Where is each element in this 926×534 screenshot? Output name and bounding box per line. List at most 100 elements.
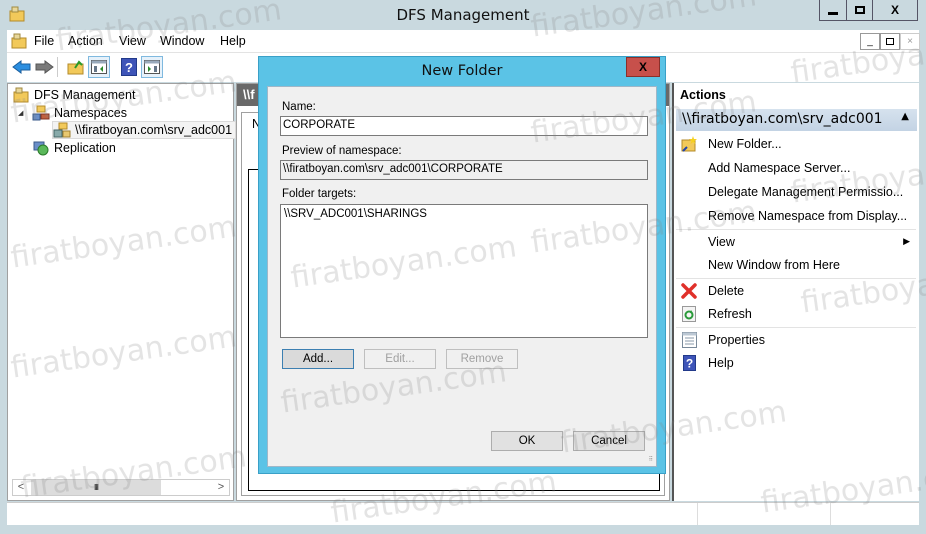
- maximize-button[interactable]: [846, 0, 873, 21]
- help-icon: ?: [681, 355, 697, 371]
- menu-view[interactable]: View: [119, 34, 146, 48]
- scrollbar-thumb[interactable]: III: [31, 480, 161, 495]
- action-label: Remove Namespace from Display...: [708, 209, 908, 223]
- collapse-icon[interactable]: ▲: [901, 111, 909, 122]
- blank-icon: [681, 184, 697, 200]
- action-refresh[interactable]: Refresh: [676, 302, 916, 326]
- name-input[interactable]: CORPORATE: [280, 116, 648, 136]
- forward-button[interactable]: [33, 56, 55, 78]
- ok-button[interactable]: OK: [491, 431, 563, 451]
- new-folder-icon: [681, 136, 697, 152]
- action-label: Help: [708, 356, 734, 370]
- action-delete[interactable]: Delete: [676, 278, 916, 302]
- action-label: New Window from Here: [708, 258, 840, 272]
- namespaces-icon: [32, 105, 50, 121]
- minimize-icon: [828, 11, 838, 15]
- dialog-close-button[interactable]: X: [626, 57, 660, 77]
- up-folder-icon: [67, 60, 84, 75]
- action-label: View: [708, 234, 735, 249]
- close-icon: X: [638, 60, 647, 74]
- dfs-management-icon: [12, 87, 30, 103]
- scroll-right-arrow-icon[interactable]: >: [213, 480, 229, 495]
- mmc-menu-icon[interactable]: [10, 33, 28, 52]
- edit-button[interactable]: Edit...: [364, 349, 436, 369]
- remove-button[interactable]: Remove: [446, 349, 518, 369]
- status-divider: [697, 503, 698, 525]
- action-label: Properties: [708, 332, 765, 347]
- child-restore-button[interactable]: [880, 33, 900, 50]
- menu-window[interactable]: Window: [160, 34, 204, 48]
- properties-icon: [681, 331, 697, 348]
- delete-icon: [681, 282, 697, 299]
- child-minimize-button[interactable]: _: [860, 33, 880, 50]
- action-label: New Folder...: [708, 137, 782, 151]
- action-view[interactable]: View ▶: [676, 229, 916, 253]
- help-icon: ?: [121, 58, 137, 76]
- refresh-icon: [681, 306, 697, 322]
- replication-icon: [32, 140, 50, 156]
- actions-section-header[interactable]: \\firatboyan.com\srv_adc001 ▲: [676, 109, 917, 131]
- back-icon: [12, 60, 31, 74]
- actions-title: Actions: [680, 88, 726, 102]
- menu-help[interactable]: Help: [220, 34, 246, 48]
- action-label: Add Namespace Server...: [708, 161, 851, 175]
- action-new-folder[interactable]: New Folder...: [676, 132, 916, 156]
- tree-item-namespace-srv-adc001[interactable]: \\firatboyan.com\srv_adc001: [52, 121, 237, 139]
- folder-target-item[interactable]: \\SRV_ADC001\SHARINGS: [284, 208, 644, 220]
- name-label: Name:: [282, 101, 316, 113]
- actions-pane: Actions \\firatboyan.com\srv_adc001 ▲ Ne…: [672, 83, 919, 501]
- submenu-arrow-icon: ▶: [903, 236, 910, 246]
- menu-file[interactable]: File: [34, 34, 54, 48]
- action-new-window-from-here[interactable]: New Window from Here: [676, 253, 916, 277]
- preview-label: Preview of namespace:: [282, 145, 402, 157]
- actions-section-title: \\firatboyan.com\srv_adc001: [682, 111, 883, 127]
- forward-icon: [35, 60, 54, 74]
- action-help[interactable]: ? Help: [676, 351, 916, 375]
- show-hide-action-pane-icon: [144, 60, 160, 74]
- action-delegate-management-permissions[interactable]: Delegate Management Permissio...: [676, 180, 916, 204]
- help-toolbar-button[interactable]: ?: [118, 56, 140, 78]
- svg-text:?: ?: [125, 60, 133, 75]
- dialog-title: New Folder: [421, 63, 503, 79]
- action-properties[interactable]: Properties: [676, 327, 916, 351]
- action-label: Refresh: [708, 307, 752, 321]
- tree-label: Namespaces: [54, 106, 127, 120]
- back-button[interactable]: [11, 56, 33, 78]
- tree-horizontal-scrollbar[interactable]: < III >: [12, 479, 230, 496]
- close-button[interactable]: X: [872, 0, 918, 21]
- dialog-body: Name: CORPORATE Preview of namespace: \\…: [267, 86, 657, 467]
- namespace-icon: [53, 122, 71, 138]
- tree-label: \\firatboyan.com\srv_adc001: [75, 123, 233, 137]
- action-add-namespace-server[interactable]: Add Namespace Server...: [676, 156, 916, 180]
- menu-bar: File Action View Window Help _ ×: [7, 30, 920, 53]
- resize-grip-icon[interactable]: ⠿: [649, 456, 653, 463]
- tree-item-replication[interactable]: Replication: [32, 139, 116, 157]
- status-bar: [7, 502, 919, 525]
- expander-icon[interactable]: ◢: [18, 109, 32, 117]
- toolbar-separator: [57, 57, 58, 77]
- action-label: Delete: [708, 283, 745, 298]
- status-divider: [830, 503, 831, 525]
- show-hide-action-pane-button[interactable]: [141, 56, 163, 78]
- scroll-left-arrow-icon[interactable]: <: [13, 480, 29, 495]
- minimize-button[interactable]: [819, 0, 847, 21]
- new-folder-dialog: New Folder X Name: CORPORATE Preview of …: [258, 56, 666, 474]
- close-icon: ×: [907, 36, 913, 47]
- show-hide-console-tree-icon: [91, 60, 107, 74]
- show-hide-console-tree-button[interactable]: [88, 56, 110, 78]
- menu-action[interactable]: Action: [68, 34, 103, 48]
- child-close-button[interactable]: ×: [900, 33, 920, 50]
- console-tree: DFS Management ◢ Namespaces \\firatboyan…: [7, 83, 237, 501]
- svg-text:?: ?: [685, 357, 692, 371]
- blank-icon: [681, 208, 697, 224]
- tree-item-dfs-management[interactable]: DFS Management: [12, 86, 135, 104]
- tree-item-namespaces[interactable]: ◢ Namespaces: [18, 104, 127, 122]
- maximize-icon: [854, 6, 865, 14]
- up-one-level-button[interactable]: [65, 56, 87, 78]
- tree-label: Replication: [54, 141, 116, 155]
- folder-targets-list[interactable]: \\SRV_ADC001\SHARINGS: [280, 204, 648, 338]
- add-button[interactable]: Add...: [282, 349, 354, 369]
- cancel-button[interactable]: Cancel: [573, 431, 645, 451]
- restore-icon: [886, 38, 894, 45]
- action-remove-namespace-from-display[interactable]: Remove Namespace from Display...: [676, 204, 916, 228]
